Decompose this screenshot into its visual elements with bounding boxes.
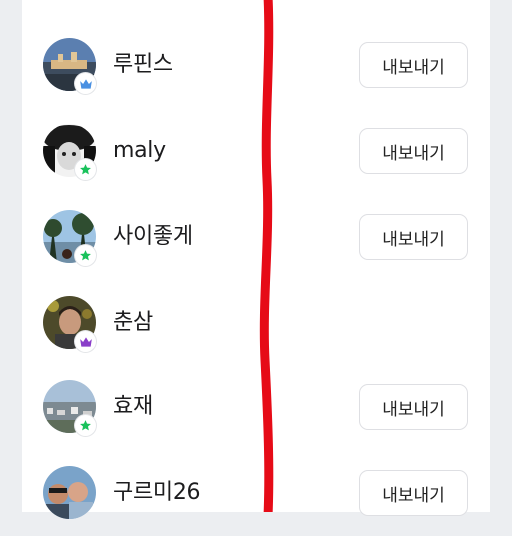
export-button[interactable]: 내보내기 — [359, 42, 468, 88]
member-name: 구르미26 — [113, 480, 201, 505]
crown-icon — [75, 331, 96, 352]
list-item[interactable]: 사이좋게 내보내기 — [22, 194, 490, 280]
member-name: 춘삼 — [113, 310, 153, 335]
list-item[interactable]: 구르미26 내보내기 — [22, 450, 490, 536]
export-button[interactable]: 내보내기 — [359, 214, 468, 260]
member-name: maly — [113, 138, 166, 163]
star-badge-icon — [75, 159, 96, 180]
member-name: 효재 — [113, 394, 153, 419]
export-button[interactable]: 내보내기 — [359, 128, 468, 174]
crown-icon — [75, 73, 96, 94]
list-item[interactable]: 효재 내보내기 — [22, 364, 490, 450]
member-name: 루핀스 — [113, 52, 173, 77]
export-button[interactable]: 내보내기 — [359, 384, 468, 430]
list-item[interactable] — [22, 0, 490, 12]
avatar[interactable] — [43, 466, 96, 519]
list-item[interactable]: maly 내보내기 — [22, 108, 490, 194]
list-item[interactable]: 춘삼 — [22, 280, 490, 366]
star-badge-icon — [75, 415, 96, 436]
export-button[interactable]: 내보내기 — [359, 470, 468, 516]
member-list-panel: 루핀스 내보내기 maly 내보내기 사이좋게 내보내기 춘삼 효재 내보내기 … — [22, 0, 490, 519]
member-name: 사이좋게 — [113, 224, 193, 249]
star-badge-icon — [75, 245, 96, 266]
list-item[interactable]: 루핀스 내보내기 — [22, 22, 490, 108]
